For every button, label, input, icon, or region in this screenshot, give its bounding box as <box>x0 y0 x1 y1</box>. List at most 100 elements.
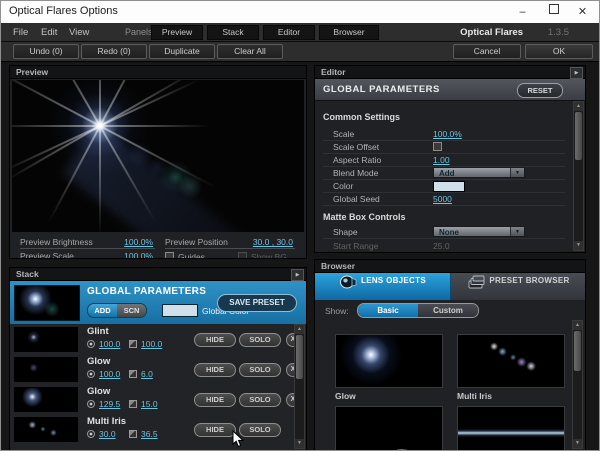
editor-scrollbar-thumb[interactable] <box>575 112 582 160</box>
stack-item-name: Glint <box>87 326 109 337</box>
cancel-button[interactable]: Cancel <box>453 44 521 59</box>
scale-offset-row: Scale Offset <box>323 140 565 154</box>
scroll-down-icon[interactable]: ▼ <box>574 241 583 250</box>
hide-button[interactable]: HIDE <box>194 423 236 437</box>
panel-button-stack[interactable]: Stack <box>207 25 259 40</box>
duplicate-button[interactable]: Duplicate <box>149 44 215 59</box>
menu-bar: File Edit View Panels: Preview Stack Edi… <box>1 23 599 42</box>
preview-brightness-value[interactable]: 100.0% <box>124 237 153 247</box>
stack-scrollbar[interactable]: ▲ ▼ <box>294 324 305 449</box>
tab-lens-objects[interactable]: LENS OBJECTS <box>315 273 451 300</box>
browser-scrollbar-thumb[interactable] <box>574 331 581 371</box>
add-button[interactable]: ADD <box>88 304 117 317</box>
clear-all-button[interactable]: Clear All <box>217 44 283 59</box>
scroll-up-icon[interactable]: ▲ <box>573 321 582 330</box>
stack-panel: Stack ▶ GLOBAL PARAMETERS ADD SCN Global… <box>9 267 307 451</box>
scale-offset-label: Scale Offset <box>333 142 379 152</box>
editor-global-parameters-title: GLOBAL PARAMETERS <box>323 84 440 95</box>
hide-button[interactable]: HIDE <box>194 393 236 407</box>
scale-offset-checkbox[interactable] <box>433 142 442 151</box>
window-title: Optical Flares Options <box>9 5 118 17</box>
scale-value[interactable]: 15.0 <box>141 399 158 409</box>
scroll-up-icon[interactable]: ▲ <box>295 325 304 334</box>
stack-row-glint[interactable]: Glint 100.0 100.0 HIDE SOLO X <box>10 324 306 355</box>
hide-button[interactable]: HIDE <box>194 333 236 347</box>
scale-value[interactable]: 100.0% <box>433 129 462 139</box>
global-color-swatch[interactable] <box>162 304 198 317</box>
show-basic-button[interactable]: Basic <box>358 304 418 317</box>
reset-button[interactable]: RESET <box>517 83 563 98</box>
scale-value[interactable]: 6.0 <box>141 369 153 379</box>
browser-thumb-shape[interactable] <box>335 406 443 451</box>
close-button[interactable]: ✕ <box>568 1 597 23</box>
editor-scrollbar[interactable]: ▲ ▼ <box>573 101 584 251</box>
shape-row: Shape None ▼ <box>323 225 565 239</box>
browser-scrollbar[interactable]: ▲ ▼ <box>572 320 583 449</box>
blend-mode-label: Blend Mode <box>333 168 378 178</box>
show-bg-checkbox[interactable] <box>238 252 247 259</box>
toolbar: Undo (0) Redo (0) Duplicate Clear All Ca… <box>1 42 599 62</box>
minimize-button[interactable]: – <box>508 1 537 23</box>
scale-value[interactable]: 100.0 <box>141 339 162 349</box>
brightness-icon <box>87 370 95 378</box>
preview-panel: Preview Preview Brightness 100.0% Previe… <box>9 65 307 259</box>
preview-viewport[interactable] <box>12 80 304 232</box>
solo-button[interactable]: SOLO <box>239 363 281 377</box>
menu-view[interactable]: View <box>69 27 89 38</box>
ok-button[interactable]: OK <box>525 44 593 59</box>
panel-button-preview[interactable]: Preview <box>151 25 203 40</box>
stack-row-multi-iris[interactable]: Multi Iris 30.0 36.5 HIDE SOLO <box>10 414 306 451</box>
shape-dropdown[interactable]: None ▼ <box>433 226 525 237</box>
brightness-value[interactable]: 30.0 <box>99 429 116 439</box>
browser-thumb-glow[interactable] <box>335 334 443 388</box>
scroll-down-icon[interactable]: ▼ <box>295 439 304 448</box>
color-swatch[interactable] <box>433 181 465 192</box>
preview-position-label: Preview Position <box>165 237 228 247</box>
maximize-icon <box>549 4 559 14</box>
stack-scrollbar-thumb[interactable] <box>296 335 303 379</box>
solo-button[interactable]: SOLO <box>239 333 281 347</box>
menu-file[interactable]: File <box>13 27 28 38</box>
hide-button[interactable]: HIDE <box>194 363 236 377</box>
solo-button[interactable]: SOLO <box>239 393 281 407</box>
save-preset-button[interactable]: SAVE PRESET <box>217 294 297 312</box>
preview-position-value[interactable]: 30.0 , 30.0 <box>253 237 293 247</box>
stack-expand-icon[interactable]: ▶ <box>291 269 304 281</box>
browser-panel: Browser LENS OBJECTS PRESET BROWSER Show… <box>314 259 586 451</box>
show-custom-button[interactable]: Custom <box>418 304 478 317</box>
start-range-value: 25.0 <box>433 241 450 251</box>
scroll-up-icon[interactable]: ▲ <box>574 102 583 111</box>
global-seed-label: Global Seed <box>333 194 380 204</box>
color-row: Color <box>323 179 565 193</box>
undo-button[interactable]: Undo (0) <box>13 44 79 59</box>
preset-browser-icon <box>467 275 485 290</box>
panel-button-browser[interactable]: Browser <box>319 25 379 40</box>
brightness-value[interactable]: 100.0 <box>99 369 120 379</box>
scn-button[interactable]: SCN <box>117 304 146 317</box>
preview-scale-control: Preview Scale 100.0% <box>20 250 155 259</box>
blend-mode-dropdown[interactable]: Add ▼ <box>433 167 525 178</box>
brightness-value[interactable]: 100.0 <box>99 339 120 349</box>
browser-thumb-streak[interactable] <box>457 406 565 451</box>
stack-global-parameters-row[interactable]: GLOBAL PARAMETERS ADD SCN Global Color S… <box>10 281 306 325</box>
redo-button[interactable]: Redo (0) <box>81 44 147 59</box>
preview-scale-value[interactable]: 100.0% <box>124 251 153 259</box>
scale-value[interactable]: 36.5 <box>141 429 158 439</box>
editor-expand-icon[interactable]: ▶ <box>570 67 583 79</box>
stack-global-parameters-title: GLOBAL PARAMETERS <box>87 286 206 297</box>
menu-edit[interactable]: Edit <box>41 27 57 38</box>
solo-button[interactable]: SOLO <box>239 423 281 437</box>
browser-thumb-multi-iris[interactable] <box>457 334 565 388</box>
scroll-down-icon[interactable]: ▼ <box>573 439 582 448</box>
browser-thumb-label: Multi Iris <box>457 391 492 401</box>
aspect-ratio-value[interactable]: 1.00 <box>433 155 450 165</box>
panel-button-editor[interactable]: Editor <box>263 25 315 40</box>
global-seed-value[interactable]: 5000 <box>433 194 452 204</box>
guides-checkbox[interactable] <box>165 252 174 259</box>
stack-row-glow-1[interactable]: Glow 100.0 6.0 HIDE SOLO X <box>10 354 306 385</box>
tab-preset-browser[interactable]: PRESET BROWSER <box>451 273 586 300</box>
stack-row-glow-2[interactable]: Glow 129.5 15.0 HIDE SOLO X <box>10 384 306 415</box>
preview-panel-header: Preview <box>10 66 306 79</box>
brightness-value[interactable]: 129.5 <box>99 399 120 409</box>
maximize-button[interactable] <box>539 1 568 23</box>
